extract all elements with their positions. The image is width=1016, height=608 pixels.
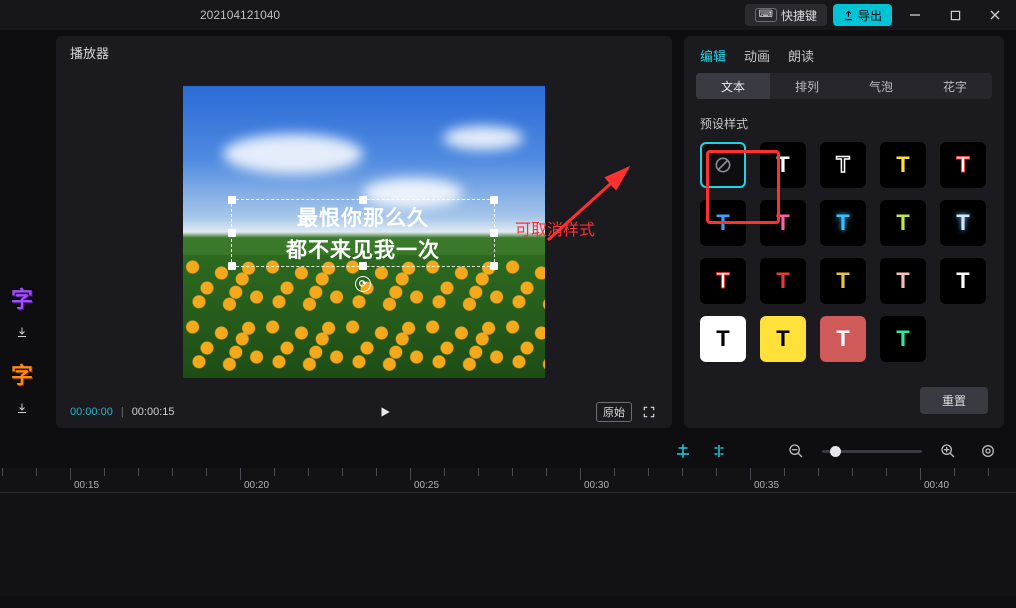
resize-handle[interactable] bbox=[359, 196, 367, 204]
timeline[interactable]: 00:15 00:20 00:25 00:30 00:35 00:40 bbox=[0, 468, 1016, 596]
inspector-subtab-3[interactable]: 花字 bbox=[918, 73, 992, 99]
shortcut-button[interactable]: ⌨ 快捷键 bbox=[745, 4, 827, 26]
export-button[interactable]: 导出 bbox=[833, 4, 892, 26]
preset-style-12[interactable]: T bbox=[820, 258, 866, 304]
play-button[interactable] bbox=[183, 405, 588, 419]
sticker-orange[interactable]: 字 bbox=[6, 354, 38, 394]
inspector-panel: 编辑动画朗读 文本排列气泡花字 预设样式 TTTTTTTTTTTTTTTTTT … bbox=[684, 36, 1004, 428]
zoom-out-button[interactable] bbox=[788, 443, 804, 459]
text-overlay[interactable]: 最恨你那么久 都不来见我一次 ⟳ bbox=[231, 199, 495, 267]
preview-canvas[interactable]: 最恨你那么久 都不来见我一次 ⟳ bbox=[183, 86, 545, 378]
preset-style-18[interactable]: T bbox=[880, 316, 926, 362]
resize-handle[interactable] bbox=[228, 262, 236, 270]
preset-style-4[interactable]: T bbox=[940, 142, 986, 188]
preset-style-17[interactable]: T bbox=[820, 316, 866, 362]
zoom-thumb[interactable] bbox=[830, 446, 841, 457]
export-icon bbox=[843, 10, 854, 21]
reset-button[interactable]: 重置 bbox=[920, 387, 988, 414]
sticker-purple[interactable]: 字 bbox=[6, 278, 38, 318]
download-icon[interactable] bbox=[6, 324, 38, 340]
preset-style-7[interactable]: T bbox=[820, 200, 866, 246]
overlay-line-2: 都不来见我一次 bbox=[286, 234, 440, 264]
minimize-button[interactable] bbox=[898, 0, 932, 30]
resize-handle[interactable] bbox=[490, 229, 498, 237]
preset-style-15[interactable]: T bbox=[700, 316, 746, 362]
rotate-handle[interactable]: ⟳ bbox=[355, 276, 371, 292]
close-button[interactable] bbox=[978, 0, 1012, 30]
inspector-tab-1[interactable]: 动画 bbox=[744, 46, 770, 65]
preset-style-13[interactable]: T bbox=[880, 258, 926, 304]
preset-style-8[interactable]: T bbox=[880, 200, 926, 246]
ruler-tick-label: 00:15 bbox=[74, 480, 99, 491]
preset-style-14[interactable]: T bbox=[940, 258, 986, 304]
preset-style-1[interactable]: T bbox=[760, 142, 806, 188]
zoom-slider[interactable] bbox=[822, 450, 922, 453]
inspector-tab-0[interactable]: 编辑 bbox=[700, 46, 726, 65]
keyboard-icon: ⌨ bbox=[755, 8, 777, 22]
time-current: 00:00:00 bbox=[70, 406, 113, 418]
ruler-tick-label: 00:35 bbox=[754, 480, 779, 491]
download-icon[interactable] bbox=[6, 400, 38, 416]
preset-style-16[interactable]: T bbox=[760, 316, 806, 362]
player-title: 播放器 bbox=[56, 36, 672, 68]
maximize-button[interactable] bbox=[938, 0, 972, 30]
inspector-subtab-1[interactable]: 排列 bbox=[770, 73, 844, 99]
preset-style-6[interactable]: T bbox=[760, 200, 806, 246]
preset-style-2[interactable]: T bbox=[820, 142, 866, 188]
player-panel: 播放器 最恨你那么久 都不来见我一次 ⟳ bbox=[56, 36, 672, 428]
inspector-subtab-2[interactable]: 气泡 bbox=[844, 73, 918, 99]
overlay-line-1: 最恨你那么久 bbox=[297, 202, 429, 232]
zoom-fit-button[interactable] bbox=[980, 443, 996, 459]
aspect-ratio-button[interactable]: 原始 bbox=[596, 402, 632, 422]
ruler-tick-label: 00:30 bbox=[584, 480, 609, 491]
project-name: 202104121040 bbox=[200, 8, 280, 22]
inspector-subtab-0[interactable]: 文本 bbox=[696, 73, 770, 99]
resize-handle[interactable] bbox=[228, 229, 236, 237]
preset-style-3[interactable]: T bbox=[880, 142, 926, 188]
resize-handle[interactable] bbox=[490, 262, 498, 270]
preset-style-10[interactable]: T bbox=[700, 258, 746, 304]
inspector-tab-2[interactable]: 朗读 bbox=[788, 46, 814, 65]
shortcut-label: 快捷键 bbox=[781, 7, 817, 24]
fullscreen-button[interactable] bbox=[640, 403, 658, 421]
preset-style-5[interactable]: T bbox=[700, 200, 746, 246]
time-sep: | bbox=[121, 406, 124, 418]
preset-style-9[interactable]: T bbox=[940, 200, 986, 246]
ruler-tick-label: 00:25 bbox=[414, 480, 439, 491]
zoom-in-button[interactable] bbox=[940, 443, 956, 459]
resize-handle[interactable] bbox=[228, 196, 236, 204]
resize-handle[interactable] bbox=[359, 262, 367, 270]
split-tool[interactable] bbox=[710, 442, 728, 460]
align-center-tool[interactable] bbox=[674, 442, 692, 460]
resize-handle[interactable] bbox=[490, 196, 498, 204]
preset-none[interactable] bbox=[700, 142, 746, 188]
ruler-tick-label: 00:20 bbox=[244, 480, 269, 491]
ruler-tick-label: 00:40 bbox=[924, 480, 949, 491]
export-label: 导出 bbox=[858, 7, 882, 24]
preset-style-11[interactable]: T bbox=[760, 258, 806, 304]
time-total: 00:00:15 bbox=[132, 406, 175, 418]
preset-section-label: 预设样式 bbox=[700, 115, 988, 132]
